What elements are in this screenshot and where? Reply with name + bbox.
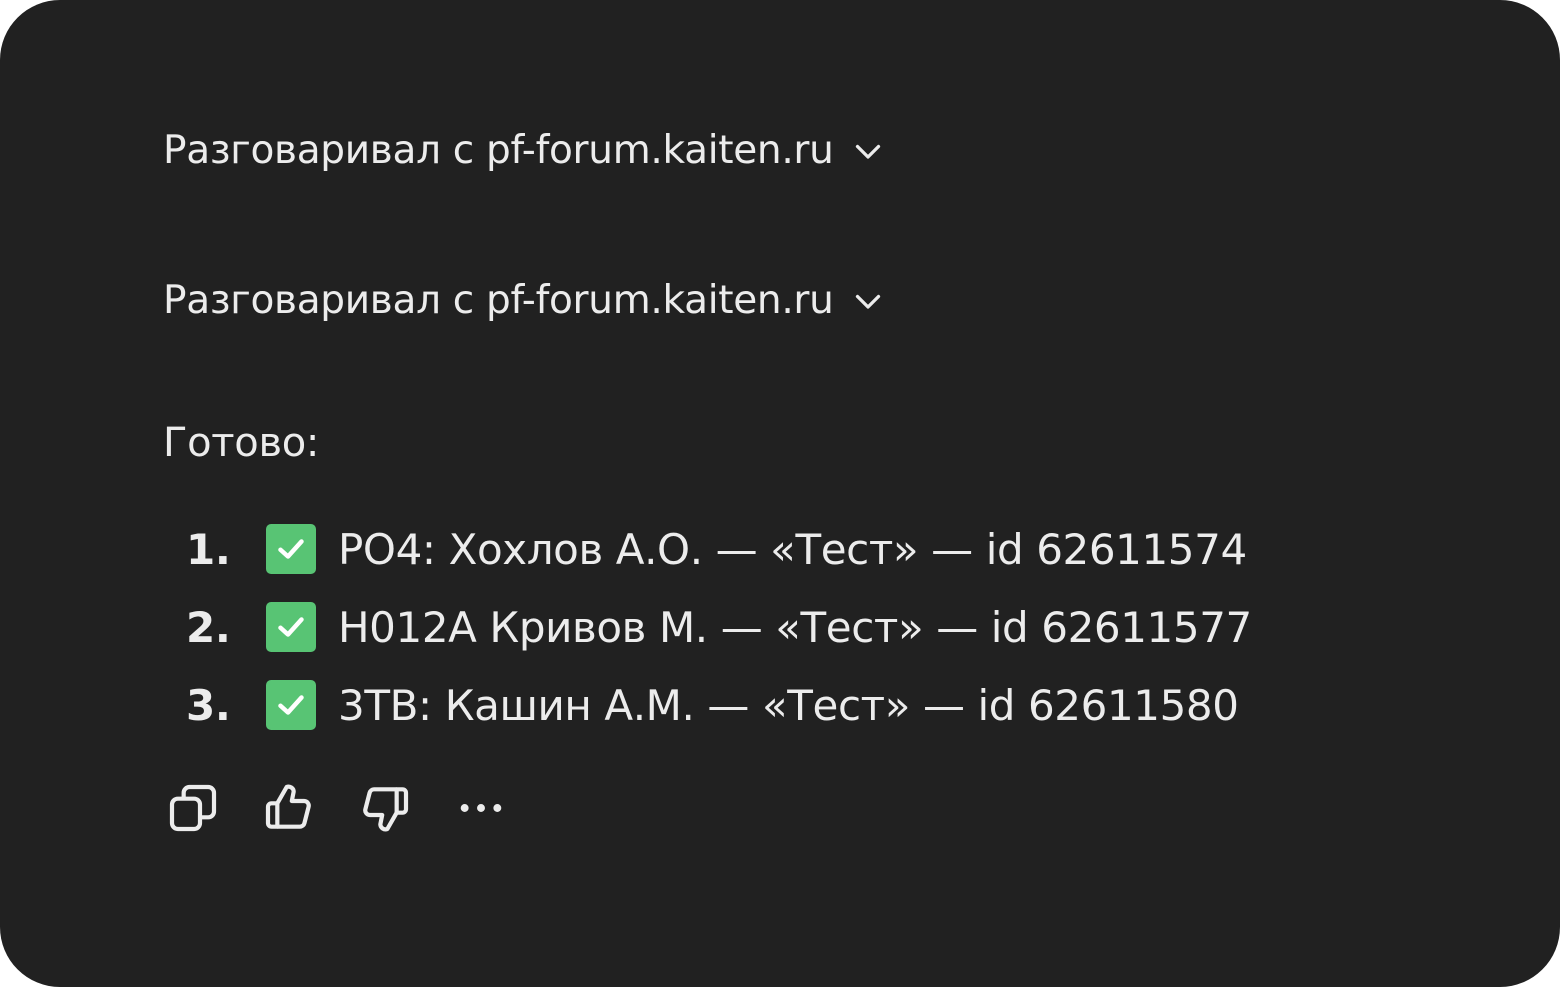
more-options-button[interactable]	[451, 778, 511, 838]
tool-call-label: Разговаривал с pf-forum.kaiten.ru	[163, 278, 834, 323]
message-actions	[163, 778, 547, 838]
like-button[interactable]	[259, 778, 319, 838]
more-dots-icon	[460, 804, 502, 812]
dislike-button[interactable]	[355, 778, 415, 838]
list-item-text: H012A Кривов М. — «Тест» — id 62611577	[338, 602, 1252, 652]
check-mark-emoji-icon	[266, 602, 316, 652]
copy-icon	[169, 784, 217, 832]
thumbs-up-icon	[265, 784, 311, 829]
check-mark-emoji-icon	[266, 524, 316, 574]
chevron-down-icon	[855, 294, 880, 309]
list-item-number: 2.	[186, 602, 231, 652]
list-item-number: 3.	[186, 680, 231, 730]
copy-button[interactable]	[163, 778, 223, 838]
result-list: 1. PO4: Хохлов А.О. — «Тест» — id 626115…	[186, 510, 1252, 744]
check-mark-emoji-icon	[266, 680, 316, 730]
chevron-down-icon	[855, 144, 880, 159]
chat-message-panel: Разговаривал с pf-forum.kaiten.ru Разгов…	[0, 0, 1560, 987]
tool-call-toggle-2[interactable]: Разговаривал с pf-forum.kaiten.ru	[163, 278, 886, 323]
done-heading: Готово:	[163, 420, 320, 466]
tool-call-label: Разговаривал с pf-forum.kaiten.ru	[163, 128, 834, 173]
list-item-text: 3ТВ: Кашин А.М. — «Тест» — id 62611580	[338, 680, 1239, 730]
list-item-text: PO4: Хохлов А.О. — «Тест» — id 62611574	[338, 524, 1247, 574]
list-item: 2. H012A Кривов М. — «Тест» — id 6261157…	[186, 588, 1252, 666]
list-item: 3. 3ТВ: Кашин А.М. — «Тест» — id 6261158…	[186, 666, 1252, 744]
list-item: 1. PO4: Хохлов А.О. — «Тест» — id 626115…	[186, 510, 1252, 588]
tool-call-toggle-1[interactable]: Разговаривал с pf-forum.kaiten.ru	[163, 128, 886, 173]
list-item-number: 1.	[186, 524, 231, 574]
thumbs-down-icon	[363, 787, 409, 832]
